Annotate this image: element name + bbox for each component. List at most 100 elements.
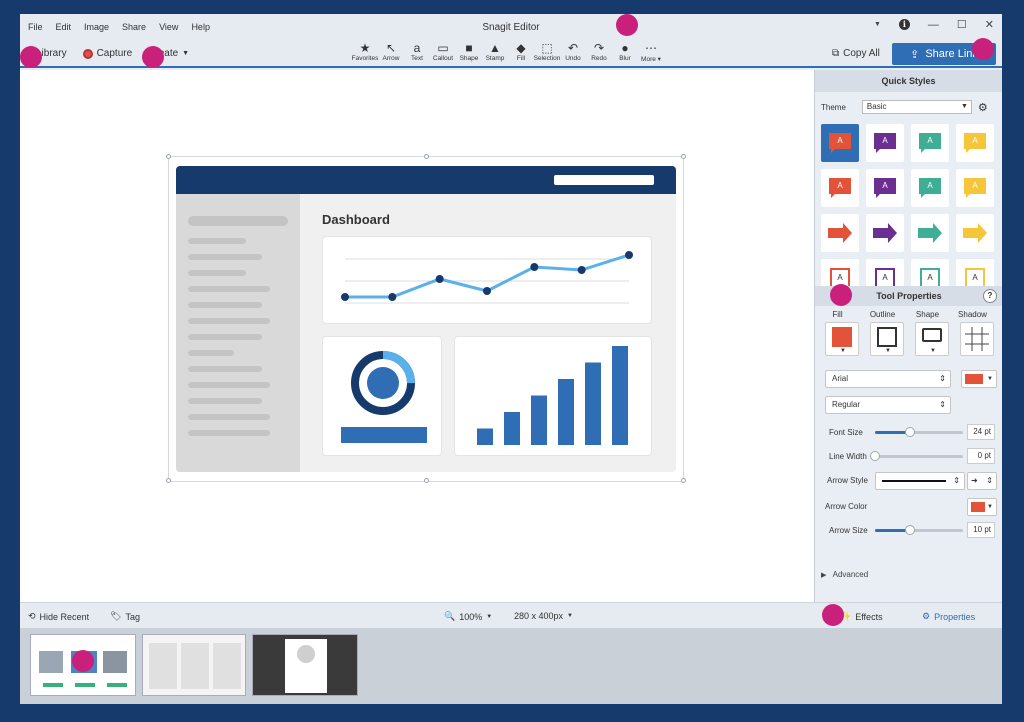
quick-style-swatch[interactable]: A [911, 169, 949, 207]
quick-style-swatch[interactable]: A [956, 124, 994, 162]
dropdown-caret-icon[interactable]: ▼ [874, 21, 881, 28]
effects-button[interactable]: ✨ Effects [840, 611, 883, 622]
fill-color-swatch[interactable]: ▼ [825, 322, 859, 356]
line-width-value[interactable]: 0 pt [967, 448, 995, 464]
shadow-grid-icon [965, 327, 989, 351]
slider-knob[interactable] [905, 427, 916, 437]
dashboard-header [176, 166, 676, 194]
shape-icon: ■ [465, 41, 473, 55]
property-labels: Fill Outline Shape Shadow [815, 310, 1002, 319]
quick-style-swatch[interactable]: A [821, 169, 859, 207]
arrow-style-label: Arrow Style [827, 476, 868, 485]
zoom-control[interactable]: 🔍 100% ▼ [444, 611, 492, 622]
click-marker [142, 46, 164, 68]
arrow-color-select[interactable]: ▼ [967, 498, 997, 516]
bar [531, 395, 547, 445]
line-chart [341, 251, 633, 304]
share-icon: ⇪ [910, 48, 920, 61]
quick-style-swatch[interactable] [866, 214, 904, 252]
maximize-button[interactable]: ☐ [957, 18, 967, 31]
recent-thumbnail[interactable] [142, 634, 246, 696]
arrow-size-slider[interactable]: Arrow Size 10 pt [819, 522, 999, 538]
info-icon[interactable]: i [898, 19, 910, 30]
line-width-slider[interactable]: Line Width 0 pt [819, 448, 999, 464]
snagit-window: File Edit Image Share View Help Snagit Editor… [20, 14, 1002, 704]
editor-canvas[interactable]: Dashboard [20, 70, 814, 602]
advanced-toggle[interactable]: ▶ Advanced [821, 570, 868, 579]
resize-handle[interactable] [681, 154, 686, 159]
theme-value: Basic [866, 102, 887, 111]
dashboard-title: Dashboard [322, 212, 390, 227]
line-point [625, 251, 633, 259]
arrow-size-label: Arrow Size [829, 526, 868, 535]
quick-styles-header: Quick Styles [815, 70, 1002, 92]
font-size-value[interactable]: 24 pt [967, 424, 995, 440]
arrow-style-select[interactable]: ⇕ [875, 472, 965, 490]
window-title: Snagit Editor [482, 22, 540, 33]
menu-bar: File Edit Image Share View Help Snagit Editor… [20, 14, 1002, 40]
tool-more[interactable]: ⋯ More ▾ [638, 40, 664, 63]
arrowhead-select[interactable]: ➜ ⇕ [967, 472, 997, 490]
quick-style-swatch[interactable]: A [821, 124, 859, 162]
copy-all-button[interactable]: ⧉ Copy All [832, 48, 880, 59]
property-label-shadow: Shadow [958, 310, 987, 319]
quick-style-swatch[interactable]: A [956, 169, 994, 207]
resize-handle[interactable] [166, 154, 171, 159]
minimize-button[interactable]: — [928, 19, 939, 31]
click-marker [822, 604, 844, 626]
properties-button[interactable]: ⚙ Properties [922, 611, 975, 622]
recent-tray [20, 628, 1002, 704]
line-point [435, 275, 444, 283]
outline-swatch[interactable]: ▼ [870, 322, 904, 356]
property-label-outline: Outline [869, 310, 896, 319]
tag-label: Tag [125, 611, 140, 622]
quick-style-swatch[interactable]: A [866, 169, 904, 207]
bar [504, 412, 520, 445]
shadow-swatch[interactable] [960, 322, 994, 356]
bar-chart [477, 346, 628, 445]
gear-icon: ⚙ [922, 611, 931, 621]
copy-icon: ⧉ [832, 48, 840, 59]
font-size-label: Font Size [829, 428, 863, 437]
arrow-size-value[interactable]: 10 pt [967, 522, 995, 538]
weight-select[interactable]: Regular ⇕ [825, 396, 951, 414]
quick-style-swatch[interactable] [821, 214, 859, 252]
close-button[interactable]: ✕ [985, 18, 994, 31]
resize-handle[interactable] [424, 154, 429, 159]
gear-icon[interactable]: ⚙ [978, 101, 988, 114]
donut-chart [341, 351, 427, 443]
font-color-select[interactable]: ▼ [961, 370, 997, 388]
search-icon: 🔍 [444, 611, 456, 621]
resize-handle[interactable] [681, 478, 686, 483]
slider-knob[interactable] [870, 451, 880, 461]
dashboard-image: Dashboard [176, 166, 676, 472]
hide-recent-button[interactable]: ⟲ Hide Recent [28, 611, 89, 622]
updown-icon: ⇕ [939, 374, 946, 383]
quick-style-swatch[interactable] [956, 214, 994, 252]
fill-icon: ◆ [516, 41, 526, 55]
dimensions-control[interactable]: 280 x 400px ▼ [514, 611, 573, 621]
tag-button[interactable]: 🏷 Tag [110, 611, 140, 622]
quick-style-swatch[interactable]: A [866, 124, 904, 162]
arrowhead-icon: ➜ [971, 476, 978, 485]
shape-swatch[interactable]: ▼ [915, 322, 949, 356]
slider-knob[interactable] [905, 525, 916, 535]
help-icon[interactable]: ? [983, 289, 997, 303]
zoom-value: 100% [459, 611, 483, 622]
font-size-slider[interactable]: Font Size 24 pt [819, 424, 999, 440]
side-panel: Quick Styles Theme Basic ▼ ⚙ AAAAAAAAAAA… [814, 70, 1002, 602]
undo-icon: ↶ [567, 41, 579, 55]
quick-style-swatch[interactable]: A [911, 124, 949, 162]
font-select[interactable]: Arial ⇕ [825, 370, 951, 388]
selection-icon: ⬚ [541, 41, 553, 55]
advanced-label: Advanced [832, 570, 869, 579]
redo-icon: ↷ [593, 41, 605, 55]
capture-button[interactable]: Capture [82, 48, 132, 59]
text-icon: a [413, 41, 421, 55]
theme-select[interactable]: Basic ▼ [861, 100, 972, 114]
resize-handle[interactable] [424, 478, 429, 483]
resize-handle[interactable] [166, 478, 171, 483]
quick-style-swatch[interactable] [911, 214, 949, 252]
recent-thumbnail[interactable] [252, 634, 358, 696]
history-icon: ⟲ [28, 611, 36, 621]
